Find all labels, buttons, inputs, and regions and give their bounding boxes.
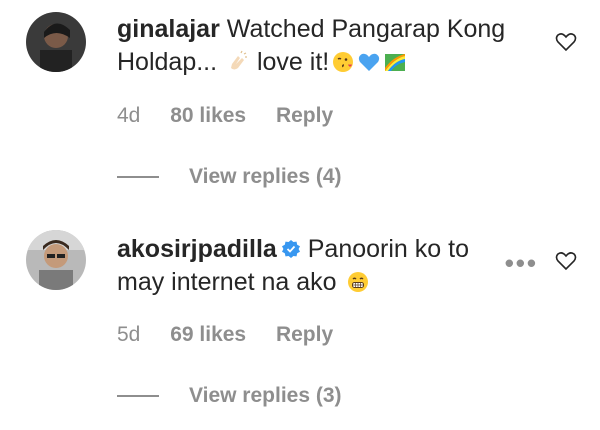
likes-count[interactable]: 80 likes [170,104,246,127]
rainbow-flag-icon [385,54,406,71]
comment-body-line1: Panoorin ko to [307,235,469,263]
more-options-button[interactable]: ••• [505,248,538,279]
view-replies-button[interactable]: View replies (4) [117,165,342,189]
face-blowing-kiss-icon [333,52,354,72]
view-replies-button[interactable]: View replies (3) [117,384,342,408]
comment-age: 5d [117,323,141,346]
username[interactable]: ginalajar [117,15,220,43]
comment-body-line2b: love it! [256,48,330,76]
replies-divider [117,395,159,398]
comment-text: ginalajar Watched Pangarap Kong Holdap..… [117,13,537,79]
likes-count[interactable]: 69 likes [170,323,246,346]
comment-body-line1: Watched Pangarap Kong [226,15,506,43]
like-heart-icon[interactable] [554,249,578,273]
like-heart-icon[interactable] [554,30,578,54]
clapping-hands-icon [231,50,248,70]
comment-body-line2: Holdap... [117,48,218,76]
view-replies-label[interactable]: View replies (4) [189,165,342,188]
comment-text: akosirjpadilla Panoorin ko to may intern… [117,233,537,299]
view-replies-label[interactable]: View replies (3) [189,384,342,407]
reply-button[interactable]: Reply [276,104,333,127]
comment-meta: 4d 80 likes Reply [117,104,357,128]
comment-meta: 5d 69 likes Reply [117,323,357,347]
replies-divider [117,176,159,179]
comment-body-line2: may internet na ako [117,268,337,296]
blue-heart-icon [359,53,380,71]
avatar[interactable] [26,230,86,290]
avatar-image [26,12,86,72]
grinning-face-icon [347,272,368,292]
avatar[interactable] [26,12,86,72]
avatar-image [26,230,86,290]
comment-age: 4d [117,104,141,127]
username[interactable]: akosirjpadilla [117,235,277,263]
reply-button[interactable]: Reply [276,323,333,346]
verified-badge-icon [281,240,300,258]
